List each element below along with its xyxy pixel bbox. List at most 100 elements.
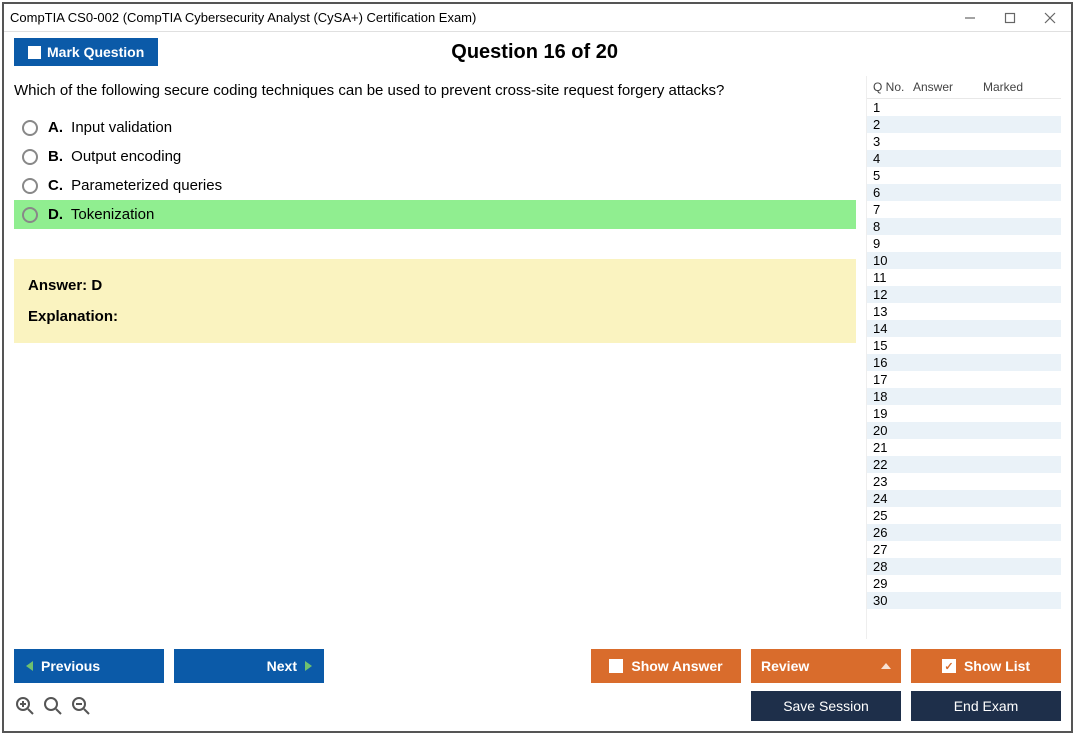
question-row[interactable]: 12 bbox=[867, 286, 1061, 303]
question-row[interactable]: 26 bbox=[867, 524, 1061, 541]
question-row[interactable]: 2 bbox=[867, 116, 1061, 133]
titlebar: CompTIA CS0-002 (CompTIA Cybersecurity A… bbox=[4, 4, 1071, 32]
end-exam-label: End Exam bbox=[954, 698, 1019, 714]
save-session-button[interactable]: Save Session bbox=[751, 691, 901, 721]
question-row[interactable]: 9 bbox=[867, 235, 1061, 252]
mark-question-label: Mark Question bbox=[47, 44, 144, 60]
question-list-rows[interactable]: 1234567891011121314151617181920212223242… bbox=[867, 99, 1061, 639]
option-D[interactable]: D. Tokenization bbox=[14, 200, 856, 229]
zoom-out-icon[interactable] bbox=[70, 695, 92, 717]
close-icon[interactable] bbox=[1041, 9, 1059, 27]
question-row[interactable]: 18 bbox=[867, 388, 1061, 405]
review-label: Review bbox=[761, 658, 809, 674]
window-controls bbox=[961, 9, 1065, 27]
option-B[interactable]: B. Output encoding bbox=[14, 142, 856, 171]
checkbox-icon bbox=[28, 46, 41, 59]
save-session-label: Save Session bbox=[783, 698, 869, 714]
row-qno: 24 bbox=[873, 491, 913, 506]
question-row[interactable]: 23 bbox=[867, 473, 1061, 490]
question-panel: Which of the following secure coding tec… bbox=[14, 76, 866, 639]
option-label: D. Tokenization bbox=[48, 206, 154, 223]
zoom-reset-icon[interactable] bbox=[42, 695, 64, 717]
previous-button[interactable]: Previous bbox=[14, 649, 164, 683]
question-row[interactable]: 16 bbox=[867, 354, 1061, 371]
question-row[interactable]: 13 bbox=[867, 303, 1061, 320]
option-label: B. Output encoding bbox=[48, 148, 181, 165]
minimize-icon[interactable] bbox=[961, 9, 979, 27]
header-row: Mark Question Question 16 of 20 bbox=[4, 32, 1071, 76]
row-qno: 29 bbox=[873, 576, 913, 591]
row-qno: 14 bbox=[873, 321, 913, 336]
radio-icon bbox=[22, 178, 38, 194]
question-row[interactable]: 1 bbox=[867, 99, 1061, 116]
show-answer-label: Show Answer bbox=[631, 658, 722, 674]
row-qno: 10 bbox=[873, 253, 913, 268]
question-row[interactable]: 19 bbox=[867, 405, 1061, 422]
show-list-button[interactable]: ✓ Show List bbox=[911, 649, 1061, 683]
radio-icon bbox=[22, 207, 38, 223]
question-row[interactable]: 3 bbox=[867, 133, 1061, 150]
app-window: CompTIA CS0-002 (CompTIA Cybersecurity A… bbox=[2, 2, 1073, 733]
question-row[interactable]: 20 bbox=[867, 422, 1061, 439]
question-row[interactable]: 28 bbox=[867, 558, 1061, 575]
row-qno: 7 bbox=[873, 202, 913, 217]
options-list: A. Input validation B. Output encoding C. … bbox=[14, 113, 856, 229]
row-qno: 2 bbox=[873, 117, 913, 132]
question-list-panel: Q No. Answer Marked 12345678910111213141… bbox=[866, 76, 1061, 639]
chevron-left-icon bbox=[26, 661, 33, 671]
show-list-label: Show List bbox=[964, 658, 1030, 674]
row-qno: 23 bbox=[873, 474, 913, 489]
row-qno: 15 bbox=[873, 338, 913, 353]
answer-label: Answer: D bbox=[28, 277, 842, 294]
option-C[interactable]: C. Parameterized queries bbox=[14, 171, 856, 200]
col-qno: Q No. bbox=[873, 80, 913, 94]
bottom-bar-2: Save Session End Exam bbox=[4, 687, 1071, 731]
show-answer-button[interactable]: Show Answer bbox=[591, 649, 741, 683]
option-A[interactable]: A. Input validation bbox=[14, 113, 856, 142]
row-qno: 30 bbox=[873, 593, 913, 608]
question-row[interactable]: 22 bbox=[867, 456, 1061, 473]
row-qno: 6 bbox=[873, 185, 913, 200]
mark-question-button[interactable]: Mark Question bbox=[14, 38, 158, 66]
checkbox-checked-icon: ✓ bbox=[942, 659, 956, 673]
row-qno: 22 bbox=[873, 457, 913, 472]
row-qno: 21 bbox=[873, 440, 913, 455]
row-qno: 8 bbox=[873, 219, 913, 234]
zoom-in-icon[interactable] bbox=[14, 695, 36, 717]
row-qno: 11 bbox=[873, 270, 913, 285]
question-row[interactable]: 6 bbox=[867, 184, 1061, 201]
row-qno: 19 bbox=[873, 406, 913, 421]
question-row[interactable]: 15 bbox=[867, 337, 1061, 354]
question-row[interactable]: 7 bbox=[867, 201, 1061, 218]
review-button[interactable]: Review bbox=[751, 649, 901, 683]
row-qno: 1 bbox=[873, 100, 913, 115]
next-button[interactable]: Next bbox=[174, 649, 324, 683]
question-row[interactable]: 17 bbox=[867, 371, 1061, 388]
question-row[interactable]: 30 bbox=[867, 592, 1061, 609]
question-row[interactable]: 21 bbox=[867, 439, 1061, 456]
row-qno: 3 bbox=[873, 134, 913, 149]
question-row[interactable]: 8 bbox=[867, 218, 1061, 235]
end-exam-button[interactable]: End Exam bbox=[911, 691, 1061, 721]
question-row[interactable]: 14 bbox=[867, 320, 1061, 337]
row-qno: 5 bbox=[873, 168, 913, 183]
question-row[interactable]: 24 bbox=[867, 490, 1061, 507]
window-title: CompTIA CS0-002 (CompTIA Cybersecurity A… bbox=[10, 10, 961, 25]
maximize-icon[interactable] bbox=[1001, 9, 1019, 27]
question-row[interactable]: 4 bbox=[867, 150, 1061, 167]
option-label: A. Input validation bbox=[48, 119, 172, 136]
question-row[interactable]: 29 bbox=[867, 575, 1061, 592]
question-row[interactable]: 5 bbox=[867, 167, 1061, 184]
previous-label: Previous bbox=[41, 658, 100, 674]
radio-icon bbox=[22, 149, 38, 165]
question-row[interactable]: 10 bbox=[867, 252, 1061, 269]
row-qno: 13 bbox=[873, 304, 913, 319]
chevron-right-icon bbox=[305, 661, 312, 671]
question-row[interactable]: 25 bbox=[867, 507, 1061, 524]
row-qno: 12 bbox=[873, 287, 913, 302]
bottom-bar-1: Previous Next Show Answer Review ✓ Show … bbox=[4, 639, 1071, 687]
question-row[interactable]: 11 bbox=[867, 269, 1061, 286]
row-qno: 18 bbox=[873, 389, 913, 404]
question-row[interactable]: 27 bbox=[867, 541, 1061, 558]
next-label: Next bbox=[267, 658, 297, 674]
